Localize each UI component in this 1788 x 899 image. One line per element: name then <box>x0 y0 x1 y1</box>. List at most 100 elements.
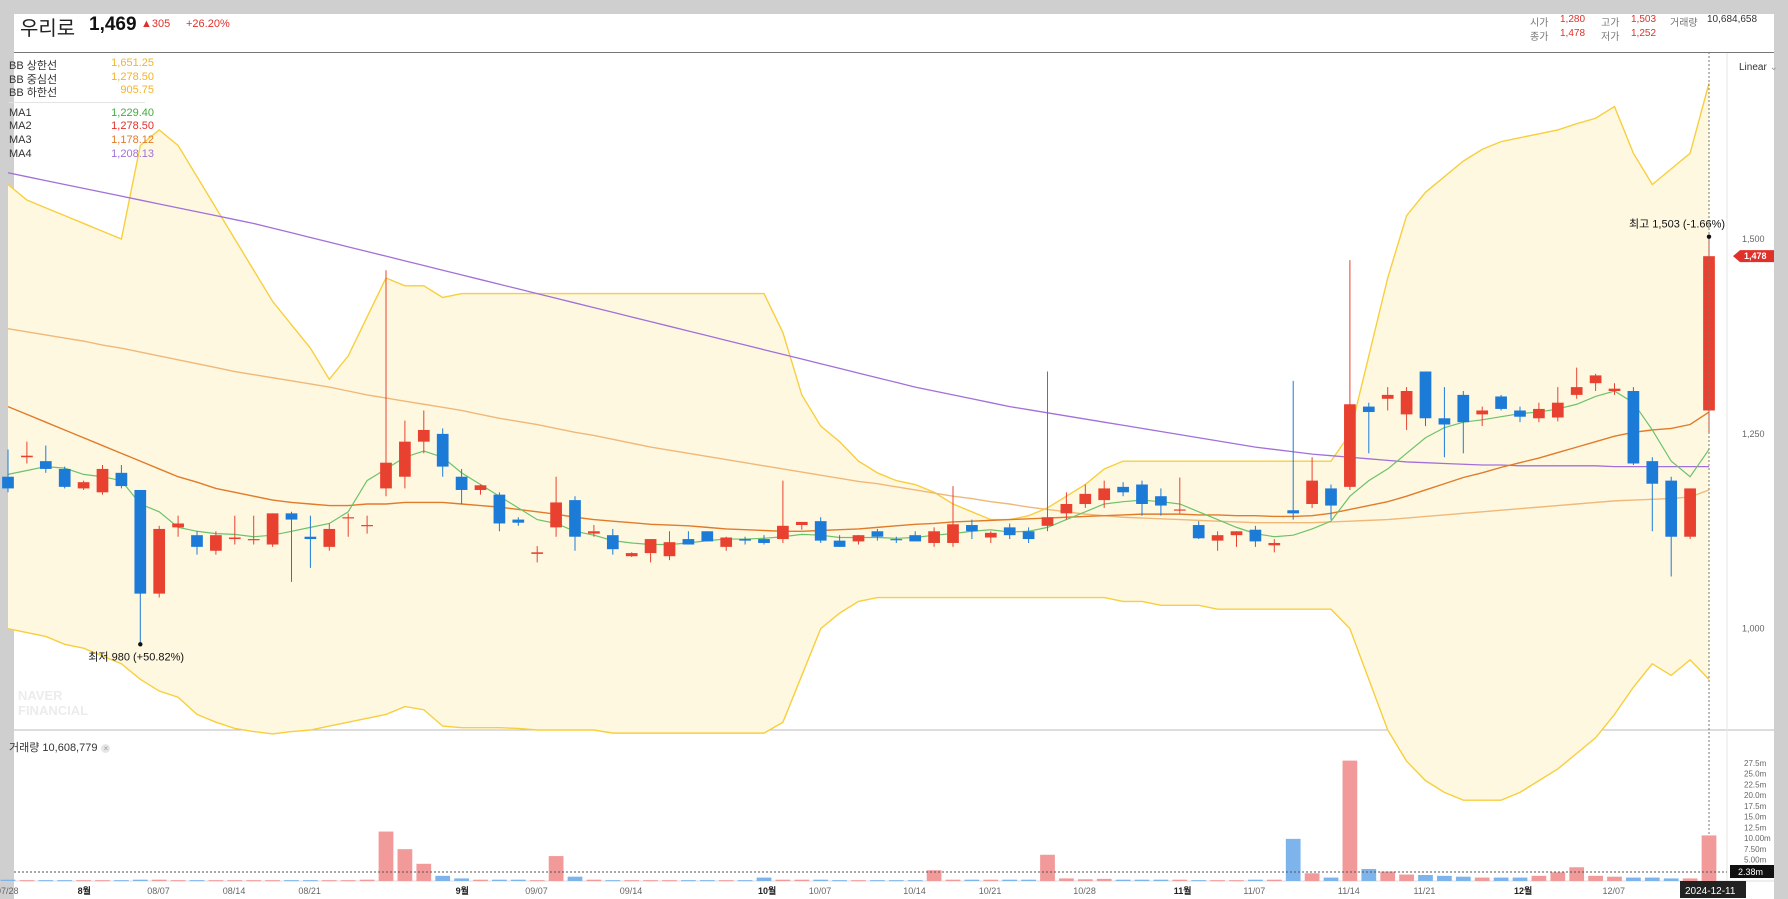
volume-bar <box>284 880 299 882</box>
candle-body <box>436 433 449 467</box>
legend-bb-upper[interactable]: BB 상한선 1,651.25 <box>9 57 154 72</box>
stock-change: ▲305 <box>141 18 171 30</box>
close-icon[interactable]: × <box>101 744 111 753</box>
candle-body <box>1192 525 1205 539</box>
volume-bar <box>718 880 734 882</box>
x-tick-label: 09/14 <box>620 886 643 896</box>
volume-bar <box>1285 838 1301 881</box>
candle-body <box>1249 529 1262 542</box>
indicator-legend: BB 상한선 1,651.25 BB 중심선 1,278.50 BB 하한선 905.… <box>9 57 154 162</box>
volume-bar <box>756 877 772 881</box>
volume-bar <box>1361 868 1377 881</box>
x-tick-label: 10/14 <box>903 886 926 896</box>
high-label: 고가 <box>1601 18 1620 29</box>
bb-band-fill <box>8 83 1709 801</box>
candle-body <box>493 494 506 524</box>
x-tick-label: 9월 <box>456 885 469 896</box>
candle-body <box>588 531 600 534</box>
candle-body <box>323 528 336 547</box>
candle-body <box>134 489 147 594</box>
legend-bb-lower[interactable]: BB 하한선 905.75 <box>9 84 154 99</box>
volume-bar <box>473 879 488 881</box>
legend-ma2[interactable]: MA2 1,278.50 <box>9 120 154 134</box>
volume-bar <box>1191 880 1207 882</box>
candle-body <box>210 535 222 551</box>
candle-body <box>1041 517 1054 526</box>
legend-ma4[interactable]: MA4 1,208.13 <box>9 148 154 162</box>
volume-tick-label: 17.5m <box>1744 802 1767 811</box>
volume-bar <box>548 856 564 881</box>
candle-body <box>833 540 846 547</box>
volume-bar <box>1229 880 1244 882</box>
candle-body <box>795 521 808 526</box>
candle-body <box>550 502 562 528</box>
candle-body <box>1079 493 1092 504</box>
volume-bar <box>1040 854 1055 881</box>
candle-body <box>1325 488 1337 506</box>
scale-selector[interactable]: Linear ⌄ <box>1739 62 1778 73</box>
volume-bar <box>1512 877 1528 881</box>
candle-body <box>247 539 260 541</box>
volume-current-label: 2.38m <box>1738 867 1763 877</box>
candle-body <box>1136 484 1148 504</box>
volume-bar <box>95 880 110 882</box>
volume-bar <box>38 880 54 882</box>
candle-body <box>871 531 884 537</box>
stock-price: 1,469 <box>89 14 137 35</box>
x-tick-label: 08/21 <box>298 886 321 896</box>
volume-tick-label: 20.0m <box>1744 791 1767 800</box>
volume-bar <box>378 831 394 881</box>
candle-body <box>172 523 184 528</box>
x-tick-label: 07/28 <box>0 886 19 896</box>
candle-body <box>947 524 959 543</box>
legend-ma1[interactable]: MA1 1,229.40 <box>9 107 154 121</box>
volume-bar <box>1342 760 1358 881</box>
candle-body <box>777 525 789 540</box>
candle-body <box>909 535 922 542</box>
candle-body <box>606 535 619 550</box>
volume-bar <box>1418 874 1433 881</box>
candle-body <box>531 552 544 554</box>
candle-body <box>928 531 940 543</box>
volume-bar <box>1304 873 1320 881</box>
volume-value: 10,684,658 <box>1707 14 1758 25</box>
volume-bar <box>397 849 413 881</box>
low-annotation: 최저 980 (+50.82%) <box>88 650 184 663</box>
legend-ma3[interactable]: MA3 1,178.12 <box>9 134 154 148</box>
candle-body <box>1230 531 1243 536</box>
volume-bar <box>907 880 923 882</box>
price-tick-label: 1,250 <box>1742 429 1765 439</box>
candle-body <box>1022 531 1035 540</box>
x-tick-label: 10/07 <box>809 886 832 896</box>
candle-body <box>96 468 109 493</box>
volume-bar <box>1134 879 1150 881</box>
volume-tick-label: 15.0m <box>1744 813 1767 822</box>
x-tick-label: 10월 <box>758 885 776 896</box>
x-tick-label: 09/07 <box>525 886 548 896</box>
candle-body <box>1570 387 1583 395</box>
candle-body <box>758 539 770 543</box>
high-annotation: 최고 1,503 (-1.66%) <box>1629 218 1725 231</box>
candle-body <box>890 539 903 541</box>
candle-body <box>701 531 714 542</box>
candle-body <box>625 553 638 557</box>
candle-body <box>1419 371 1432 419</box>
candle-body <box>720 537 733 547</box>
volume-bar <box>114 880 129 882</box>
volume-tick-label: 22.5m <box>1744 780 1767 789</box>
price-tick-label: 1,000 <box>1742 624 1765 634</box>
x-tick-label: 08/07 <box>147 886 170 896</box>
candle-body <box>153 528 166 594</box>
volume-bar <box>643 880 658 882</box>
candle-body <box>1608 388 1621 391</box>
volume-bar <box>170 880 186 882</box>
candle-body <box>361 525 373 527</box>
x-tick-label: 8월 <box>78 885 91 896</box>
volume-bar <box>208 880 224 882</box>
legend-bb-middle[interactable]: BB 중심선 1,278.50 <box>9 71 154 86</box>
candle-body <box>39 461 52 469</box>
volume-bar <box>1550 872 1566 881</box>
volume-bar <box>265 880 280 882</box>
price-volume-chart[interactable]: 1,000 1,250 1,500 1,478 최고 1,503 (-1.66%) 최저 … <box>0 0 1788 899</box>
current-price-label: 1,478 <box>1744 251 1767 261</box>
